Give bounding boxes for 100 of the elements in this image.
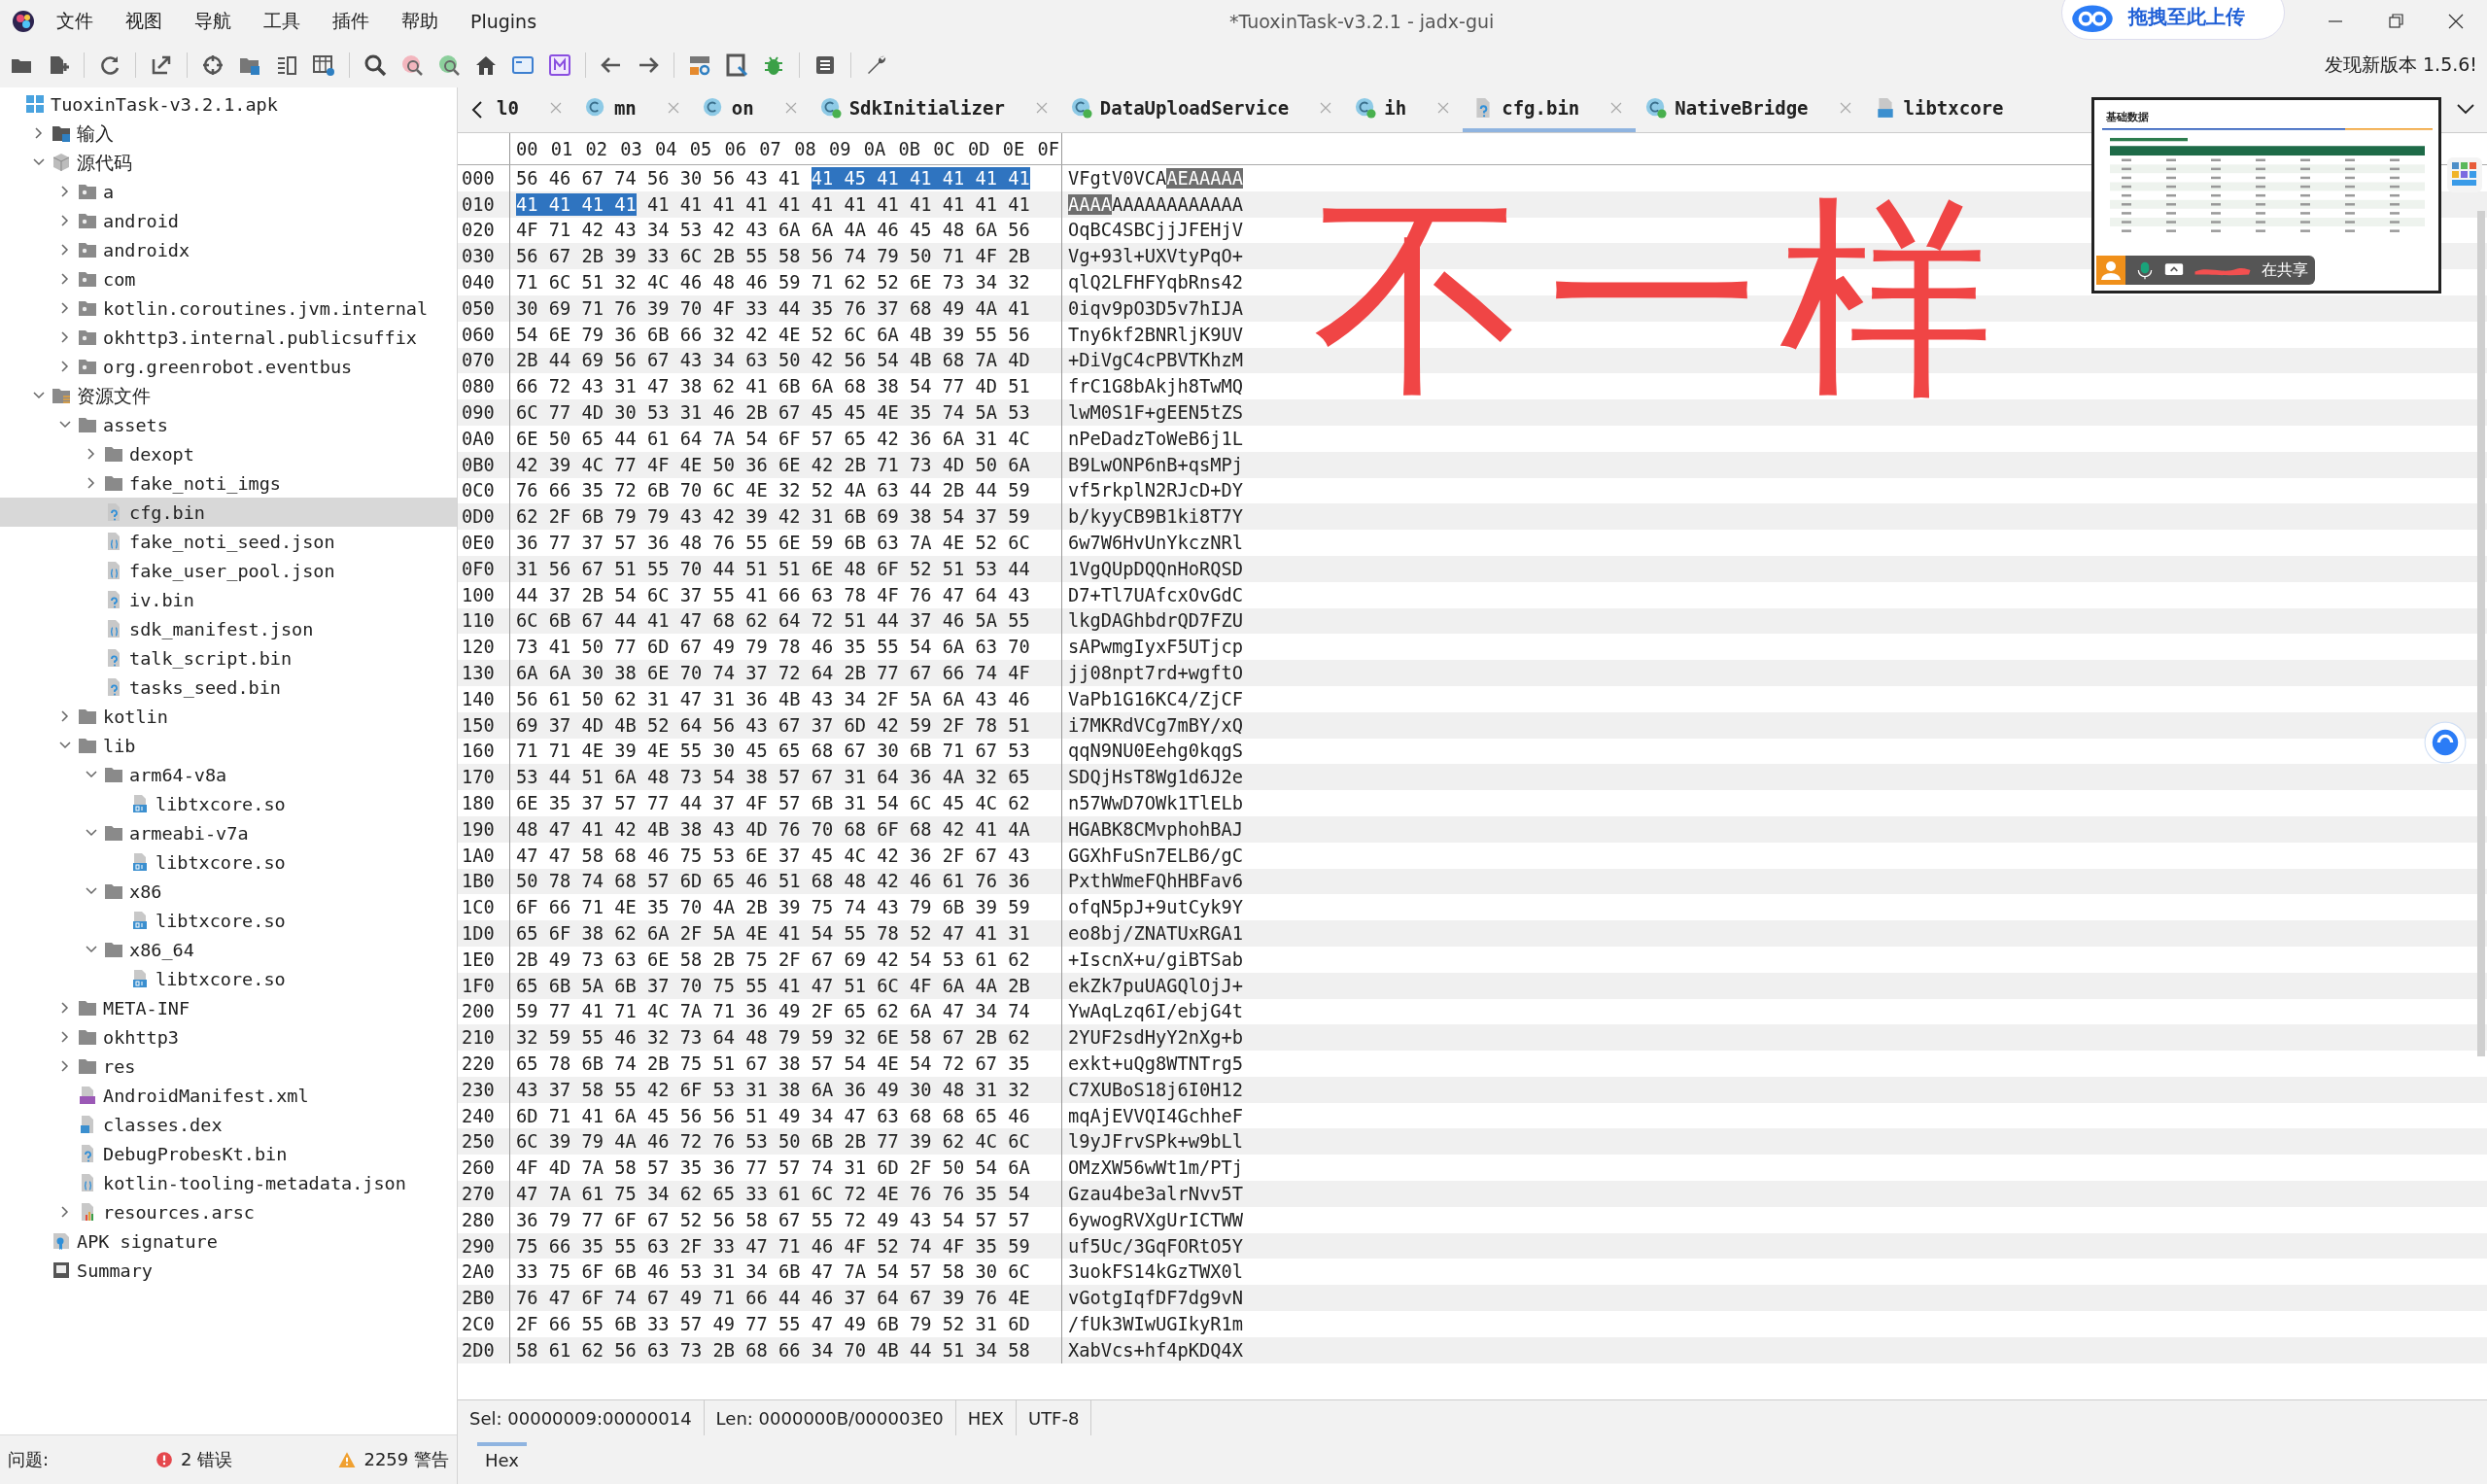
tree-item[interactable]: tasks_seed.bin bbox=[0, 673, 457, 702]
tree-item[interactable]: com bbox=[0, 264, 457, 293]
tree-item[interactable]: libtxcore.so bbox=[0, 847, 457, 877]
refresh-icon[interactable] bbox=[98, 53, 121, 77]
tree-item[interactable]: 源代码 bbox=[0, 148, 457, 177]
folder-icon bbox=[104, 765, 123, 784]
tree-item[interactable]: libtxcore.so bbox=[0, 789, 457, 818]
lock-gear-icon[interactable] bbox=[688, 53, 711, 77]
editor-tab[interactable]: SdkInitializer bbox=[810, 87, 1061, 132]
tree-item[interactable]: fake_user_pool.json bbox=[0, 556, 457, 585]
tree-item[interactable]: APK signature bbox=[0, 1226, 457, 1256]
app-grid-icon[interactable] bbox=[2447, 157, 2482, 192]
tree-item[interactable]: 资源文件 bbox=[0, 381, 457, 410]
bottom-tab[interactable]: Hex bbox=[477, 1441, 527, 1478]
tree-item[interactable]: talk_script.bin bbox=[0, 643, 457, 673]
warning-count[interactable]: 2259 警告 bbox=[363, 1448, 449, 1471]
search-text-icon[interactable] bbox=[437, 53, 461, 77]
ascii-text: C7XUBoS18j6I0H12 bbox=[1068, 1079, 1243, 1100]
crosshair-icon[interactable] bbox=[201, 53, 225, 77]
search-class-icon[interactable] bbox=[400, 53, 424, 77]
hex-bytes: 65 6F 38 62 6A 2F 5A 4E 41 54 55 78 52 47 41 31 bbox=[516, 922, 1030, 945]
error-count[interactable]: 2 错误 bbox=[181, 1448, 233, 1471]
folder-icon bbox=[78, 998, 97, 1018]
editor-tab[interactable]: ih bbox=[1345, 87, 1464, 132]
ascii-text: 6ywogRVXgUrICTWW bbox=[1068, 1209, 1243, 1230]
m-square-icon[interactable] bbox=[548, 53, 571, 77]
editor-tab[interactable]: libtxcore bbox=[1864, 87, 2041, 132]
close-icon[interactable] bbox=[2446, 12, 2466, 31]
tree-item[interactable]: lib bbox=[0, 731, 457, 760]
tree-item[interactable]: Summary bbox=[0, 1256, 457, 1285]
editor-tab[interactable]: DataUploadService bbox=[1060, 87, 1346, 132]
offset-label: 060 bbox=[458, 321, 510, 348]
offset-label: 0D0 bbox=[458, 503, 510, 531]
scrollbar[interactable] bbox=[2477, 211, 2485, 1056]
log-icon[interactable] bbox=[813, 53, 837, 77]
hex-bytes: 6E 50 65 44 61 64 7A 54 6F 57 65 42 36 6A 31 4C bbox=[516, 427, 1030, 450]
tree-item[interactable]: okhttp3 bbox=[0, 1022, 457, 1052]
tree-item[interactable]: META-INF bbox=[0, 993, 457, 1022]
menu-item[interactable]: 帮助 bbox=[401, 9, 438, 34]
upload-button[interactable]: 拖拽至此上传 bbox=[2061, 0, 2285, 40]
tree-item[interactable]: kotlin bbox=[0, 702, 457, 731]
tree-item[interactable]: kotlin.coroutines.jvm.internal bbox=[0, 293, 457, 323]
scroll-left-icon[interactable] bbox=[471, 100, 483, 120]
table-eye-icon[interactable] bbox=[312, 53, 335, 77]
tree-item[interactable]: 输入 bbox=[0, 119, 457, 148]
tree-item[interactable]: x86_64 bbox=[0, 935, 457, 964]
tree-item[interactable]: fake_noti_seed.json bbox=[0, 527, 457, 556]
menu-item[interactable]: 工具 bbox=[263, 9, 300, 34]
folder-icon bbox=[104, 473, 123, 493]
window-icon[interactable] bbox=[511, 53, 535, 77]
tree-item[interactable]: org.greenrobot.eventbus bbox=[0, 352, 457, 381]
tree-item[interactable]: arm64-v8a bbox=[0, 760, 457, 789]
menu-item[interactable]: Plugins bbox=[470, 11, 537, 32]
tree-item[interactable]: x86 bbox=[0, 877, 457, 906]
tree-item[interactable]: android bbox=[0, 206, 457, 235]
editor-tab[interactable]: mn bbox=[574, 87, 693, 132]
page-cursor-icon[interactable] bbox=[725, 53, 748, 77]
tree-item[interactable]: sdk_manifest.json bbox=[0, 614, 457, 643]
chevron-down-icon[interactable] bbox=[2456, 103, 2475, 115]
update-notice[interactable]: 发现新版本 1.5.6! bbox=[2325, 52, 2477, 78]
sharing-status: 在共享 bbox=[2262, 259, 2308, 281]
home-icon[interactable] bbox=[474, 53, 498, 77]
menu-item[interactable]: 文件 bbox=[56, 9, 93, 34]
ascii-text: +IscnX+u/giBTSab bbox=[1068, 949, 1243, 970]
editor-tab[interactable]: NativeBridge bbox=[1636, 87, 1865, 132]
editor-tab[interactable]: l0 bbox=[487, 87, 575, 132]
tree-item[interactable]: resources.arsc bbox=[0, 1197, 457, 1226]
search-icon[interactable] bbox=[363, 53, 387, 77]
tree-item[interactable]: androidx bbox=[0, 235, 457, 264]
tree-item[interactable]: armeabi-v7a bbox=[0, 818, 457, 847]
tree-item[interactable]: okhttp3.internal.publicsuffix bbox=[0, 323, 457, 352]
menu-item[interactable]: 视图 bbox=[125, 9, 162, 34]
offset-label: 150 bbox=[458, 711, 510, 739]
ascii-text: qlQ2LFHFYqbRns42 bbox=[1068, 272, 1243, 293]
tree-item[interactable]: kotlin-tooling-metadata.json bbox=[0, 1168, 457, 1197]
tree-item[interactable]: libtxcore.so bbox=[0, 964, 457, 993]
ascii-text: 6w7W6HvUnYkczNRl bbox=[1068, 533, 1243, 554]
tree-item[interactable]: res bbox=[0, 1052, 457, 1081]
offset-label: 130 bbox=[458, 660, 510, 686]
split-view-icon[interactable] bbox=[275, 53, 298, 77]
tree-item[interactable]: libtxcore.so bbox=[0, 906, 457, 935]
floating-chat-button[interactable] bbox=[2424, 721, 2467, 764]
menu-item[interactable]: 插件 bbox=[332, 9, 369, 34]
tree-item[interactable]: classes.dex bbox=[0, 1110, 457, 1139]
tree-item[interactable]: fake_noti_imgs bbox=[0, 468, 457, 498]
tree-item[interactable]: dexopt bbox=[0, 439, 457, 468]
tree-item[interactable]: AndroidManifest.xml bbox=[0, 1081, 457, 1110]
tree-item[interactable]: TuoxinTask-v3.2.1.apk bbox=[0, 89, 457, 119]
menu-item[interactable]: 导航 bbox=[194, 9, 231, 34]
tree-item[interactable]: DebugProbesKt.bin bbox=[0, 1139, 457, 1168]
tree-item[interactable]: cfg.bin bbox=[0, 498, 457, 527]
tree-item[interactable]: assets bbox=[0, 410, 457, 439]
restore-icon[interactable] bbox=[2386, 12, 2405, 31]
editor-tab[interactable]: on bbox=[692, 87, 811, 132]
tree-item[interactable]: iv.bin bbox=[0, 585, 457, 614]
offset-label: 110 bbox=[458, 607, 510, 635]
hex-bytes: 69 37 4D 4B 52 64 56 43 67 37 6D 42 59 2F 78 51 bbox=[516, 713, 1030, 737]
tree-item[interactable]: a bbox=[0, 177, 457, 206]
cube-icon bbox=[52, 153, 71, 172]
export-icon[interactable] bbox=[150, 53, 173, 77]
